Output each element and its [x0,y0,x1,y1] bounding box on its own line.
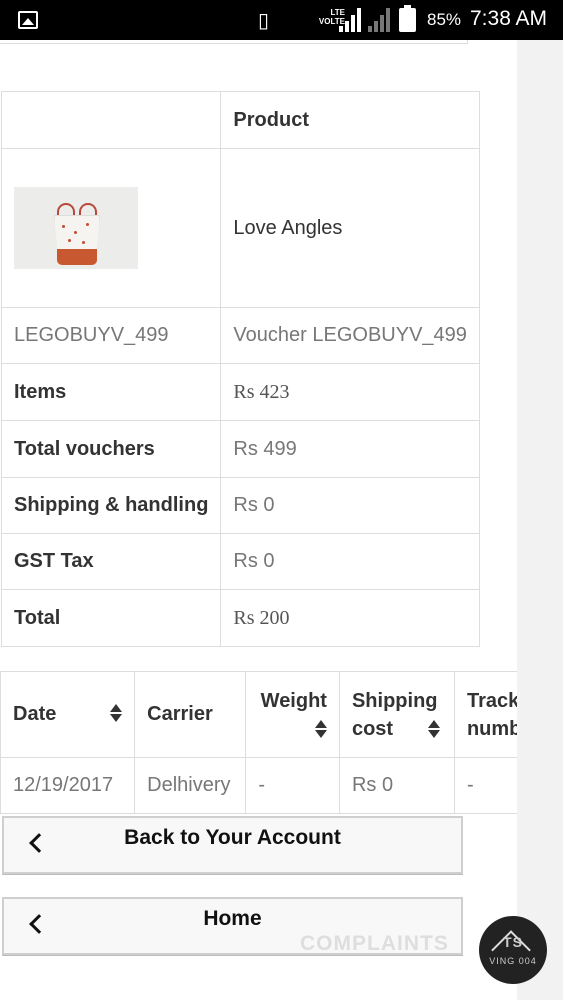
tote-bag-image[interactable] [14,187,138,269]
tracking-column-header[interactable]: Tracking number [453,671,517,758]
signal-icon [339,8,361,32]
product-name[interactable]: Love Angles [220,148,480,308]
gallery-icon [18,11,38,29]
shipping-date: 12/19/2017 [0,757,136,814]
sort-icon[interactable] [110,703,123,723]
summary-row-items: Items Rs 423 [0,363,480,421]
summary-row-vouchers: Total vouchers Rs 499 [0,420,480,478]
order-detail-page: Product Love Angles LEGOBUYV_499 Voucher… [0,40,517,1000]
summary-row-shipping: Shipping & handling Rs 0 [0,477,480,534]
table-row: 12/19/2017 Delhivery - Rs 0 - [0,757,517,814]
battery-icon [399,5,416,32]
table-header-row: Product [0,91,480,149]
shipping-carrier: Delhivery [134,757,247,814]
vibrate-icon: ▯ [258,8,270,32]
battery-percent: 85% [427,10,462,29]
shipping-weight: - [245,757,340,814]
status-bar: ▯ LTE VOLTE 85% 7:38 AM [0,0,563,40]
voucher-code: LEGOBUYV_499 [0,307,222,364]
shipping-table: Date Carrier Weight Shipping cost Tracki… [0,671,517,814]
sort-icon[interactable] [314,719,327,739]
summary-row-tax: GST Tax Rs 0 [0,533,480,590]
carrier-column-header[interactable]: Carrier [134,671,247,758]
watermark-badge: TS VING 004 [479,916,547,984]
shipping-cost: Rs 0 [338,757,455,814]
sort-icon[interactable] [427,719,440,739]
scrollbar[interactable] [517,40,563,1000]
voucher-name: Voucher LEGOBUYV_499 [220,307,480,364]
summary-row-total: Total Rs 200 [0,589,480,647]
weight-column-header[interactable]: Weight [245,671,340,758]
previous-section-edge [0,40,468,44]
voucher-row: LEGOBUYV_499 Voucher LEGOBUYV_499 [0,307,480,364]
shipping-cost-column-header[interactable]: Shipping cost [338,671,455,758]
clock: 7:38 AM [470,7,548,30]
order-detail-table: Product Love Angles LEGOBUYV_499 Voucher… [0,91,480,647]
signal-secondary-icon [368,8,390,32]
tracking-number[interactable]: - [453,757,517,814]
watermark-text: COMPLAINTS [300,932,449,955]
back-to-account-button[interactable]: Back to Your Account [2,816,463,874]
product-row: Love Angles [0,148,480,308]
shipping-header-row: Date Carrier Weight Shipping cost Tracki… [0,671,517,758]
product-header: Product [220,91,480,149]
date-column-header[interactable]: Date [0,671,136,758]
